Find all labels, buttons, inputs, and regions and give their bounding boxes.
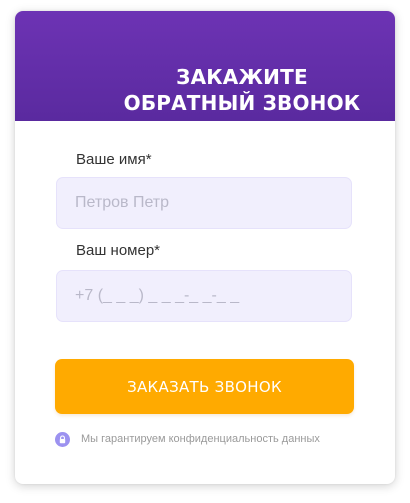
phone-input[interactable] <box>56 270 352 322</box>
form-title-line-1: ЗАКАЖИТЕ <box>176 65 308 89</box>
name-label: Ваше имя* <box>76 151 152 168</box>
form-title: ЗАКАЖИТЕ ОБРАТНЫЙ ЗВОНОК <box>107 64 377 116</box>
callback-form-card: ЗАКАЖИТЕ ОБРАТНЫЙ ЗВОНОК Ваше имя* Ваш н… <box>15 11 395 484</box>
form-title-line-2: ОБРАТНЫЙ ЗВОНОК <box>123 91 361 115</box>
name-input[interactable] <box>56 177 352 229</box>
submit-callback-button[interactable]: ЗАКАЗАТЬ ЗВОНОК <box>55 359 354 414</box>
privacy-note: Мы гарантируем конфиденциальность данных <box>55 430 320 448</box>
form-header: ЗАКАЖИТЕ ОБРАТНЫЙ ЗВОНОК <box>15 11 395 121</box>
lock-icon <box>55 431 70 447</box>
phone-label: Ваш номер* <box>76 242 161 259</box>
privacy-text: Мы гарантируем конфиденциальность данных <box>81 433 320 445</box>
